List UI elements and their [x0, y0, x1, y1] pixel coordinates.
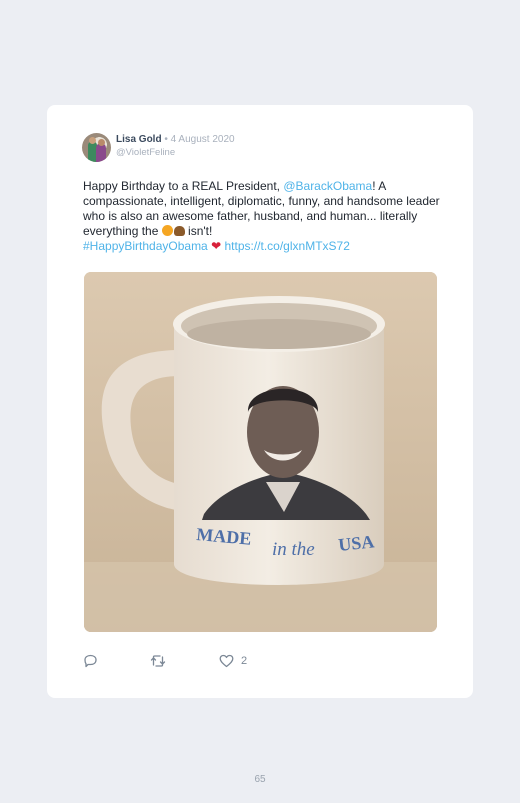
mug-photo: MADE in the USA	[84, 272, 437, 632]
mug-text-usa: USA	[337, 531, 375, 555]
poo-emoji-icon	[173, 226, 185, 236]
author-meta: Lisa Gold • 4 August 2020 @VioletFeline	[116, 133, 235, 159]
red-heart-emoji-icon: ❤	[211, 239, 222, 253]
heart-icon	[219, 654, 234, 668]
mug-text-in-the: in the	[272, 539, 315, 560]
tweet-text: Happy Birthday to a REAL President, @Bar…	[83, 179, 443, 254]
retweet-button[interactable]	[150, 654, 166, 668]
mention-link[interactable]: @BarackObama	[283, 179, 372, 193]
tweet-text-part1: Happy Birthday to a REAL President,	[83, 179, 284, 193]
author-handle[interactable]: @VioletFeline	[116, 146, 235, 159]
separator-dot: •	[164, 134, 168, 145]
like-button[interactable]: 2	[219, 654, 247, 668]
tweet-actions: 2	[83, 653, 283, 669]
reply-button[interactable]	[83, 654, 98, 668]
tweet-card: Lisa Gold • 4 August 2020 @VioletFeline …	[47, 105, 473, 698]
tweet-text-part3: isn't!	[184, 224, 213, 238]
author-name[interactable]: Lisa Gold	[116, 134, 162, 145]
avatar[interactable]	[82, 133, 111, 162]
tweet-date[interactable]: 4 August 2020	[171, 134, 235, 145]
url-link[interactable]: https://t.co/glxnMTxS72	[224, 239, 349, 253]
tweet-image[interactable]: MADE in the USA	[84, 272, 437, 632]
page-number: 65	[254, 774, 266, 785]
reply-icon	[84, 654, 97, 668]
like-count: 2	[241, 655, 248, 667]
retweet-icon	[150, 655, 166, 667]
orange-emoji-icon	[161, 225, 173, 236]
tweet-header: Lisa Gold • 4 August 2020 @VioletFeline	[82, 133, 235, 162]
hashtag-link[interactable]: #HappyBirthdayObama	[83, 239, 208, 253]
